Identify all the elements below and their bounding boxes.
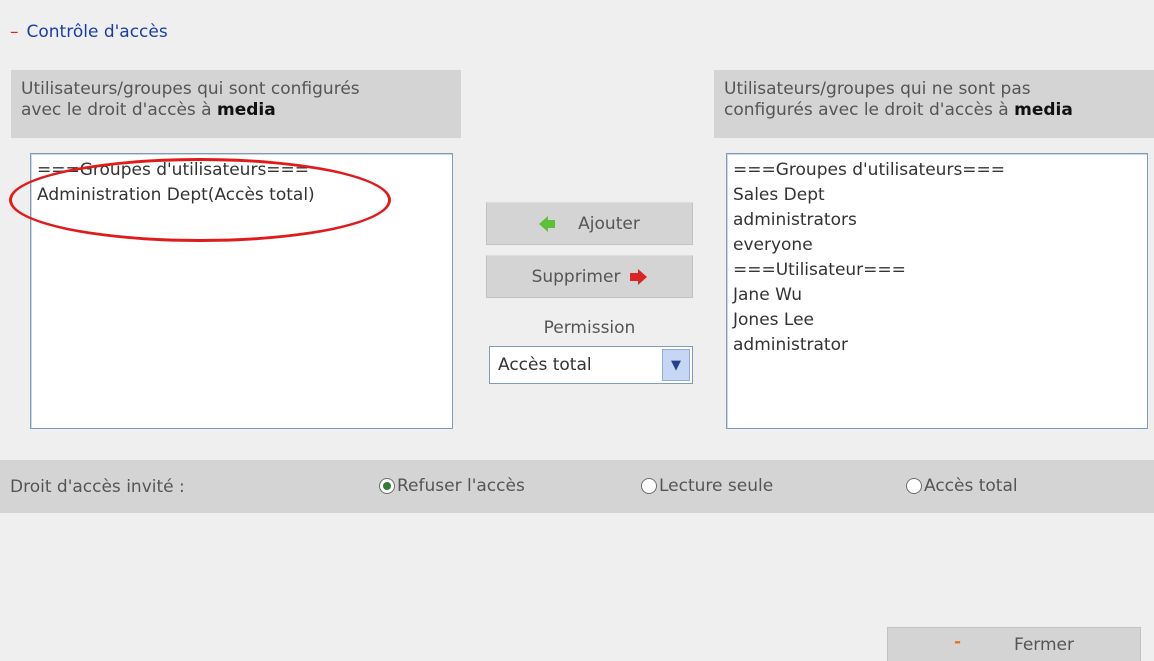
radio-checked-icon[interactable] — [379, 478, 395, 494]
guest-access-bar: Droit d'accès invité : Refuser l'accès L… — [0, 460, 1154, 513]
radio-unchecked-icon[interactable] — [641, 478, 657, 494]
guest-access-label: Droit d'accès invité : — [10, 477, 185, 497]
list-item[interactable]: administrator — [733, 333, 1141, 358]
remove-button[interactable]: Supprimer — [486, 255, 693, 298]
unconfigured-users-title-line2: configurés avec le droit d'accès à media — [724, 100, 1073, 120]
add-button[interactable]: Ajouter — [486, 202, 693, 245]
list-item[interactable]: administrators — [733, 208, 1141, 233]
section-title[interactable]: Contrôle d'accès — [27, 22, 168, 42]
permission-label: Permission — [543, 318, 636, 338]
permission-selected-value: Accès total — [498, 355, 592, 375]
close-button[interactable]: - Fermer — [887, 627, 1141, 661]
unconfigured-users-list[interactable]: ===Groupes d'utilisateurs=== Sales Dept … — [726, 153, 1148, 429]
configured-users-title-line2: avec le droit d'accès à media — [21, 100, 276, 120]
configured-users-title: Utilisateurs/groupes qui sont configurés… — [11, 70, 461, 138]
collapse-toggle-icon[interactable]: – — [10, 22, 19, 42]
radio-read-only[interactable]: Lecture seule — [641, 476, 773, 496]
remove-button-label: Supprimer — [531, 266, 621, 287]
unconfigured-users-title: Utilisateurs/groupes qui ne sont pas con… — [714, 70, 1154, 138]
chevron-down-icon[interactable]: ▼ — [662, 349, 690, 381]
radio-label[interactable]: Refuser l'accès — [397, 476, 525, 496]
list-item[interactable]: Administration Dept(Accès total) — [37, 183, 446, 208]
add-button-label: Ajouter — [578, 213, 640, 234]
radio-unchecked-icon[interactable] — [906, 478, 922, 494]
list-item[interactable]: ===Groupes d'utilisateurs=== — [37, 158, 446, 183]
close-button-label: Fermer — [1014, 635, 1075, 655]
configured-users-title-line1: Utilisateurs/groupes qui sont configurés — [21, 79, 360, 99]
list-item[interactable]: Sales Dept — [733, 183, 1141, 208]
radio-label[interactable]: Accès total — [924, 476, 1018, 496]
list-item[interactable]: Jones Lee — [733, 308, 1141, 333]
section-header[interactable]: – Contrôle d'accès — [10, 22, 168, 42]
list-item[interactable]: ===Groupes d'utilisateurs=== — [733, 158, 1141, 183]
permission-select[interactable]: Accès total ▼ — [489, 346, 693, 384]
configured-users-list[interactable]: ===Groupes d'utilisateurs=== Administrat… — [30, 153, 453, 429]
radio-label[interactable]: Lecture seule — [659, 476, 773, 496]
list-item[interactable]: ===Utilisateur=== — [733, 258, 1141, 283]
radio-full-access[interactable]: Accès total — [906, 476, 1018, 496]
radio-deny-access[interactable]: Refuser l'accès — [379, 476, 525, 496]
list-item[interactable]: Jane Wu — [733, 283, 1141, 308]
arrow-right-icon — [630, 268, 648, 285]
minus-icon: - — [954, 632, 962, 652]
list-item[interactable]: everyone — [733, 233, 1141, 258]
arrow-left-icon — [539, 215, 556, 232]
unconfigured-users-title-line1: Utilisateurs/groupes qui ne sont pas — [724, 79, 1031, 99]
